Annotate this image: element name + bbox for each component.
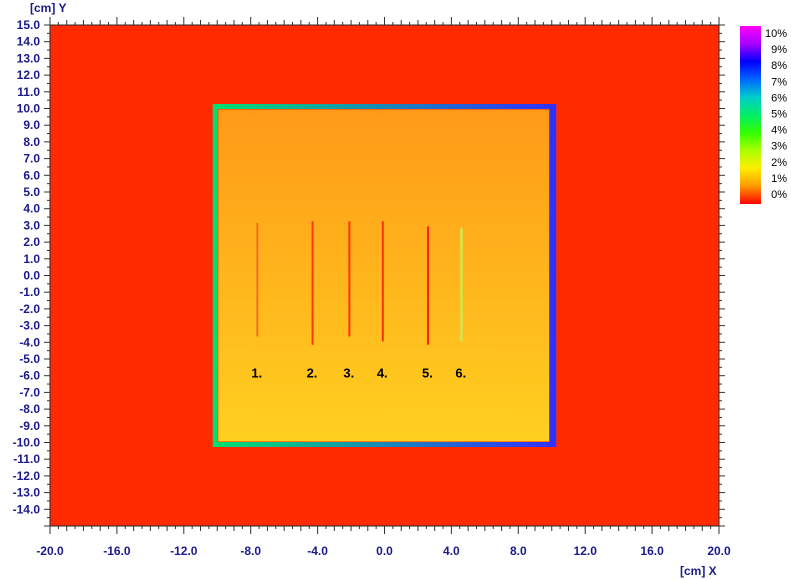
x-tick-label: -12.0 <box>170 544 198 558</box>
y-tick-label: 4.0 <box>23 202 40 216</box>
y-tick-label: -4.0 <box>19 335 40 349</box>
y-tick-label: -11.0 <box>13 452 40 466</box>
y-tick-label: -12.0 <box>13 469 41 483</box>
y-tick-label: 9.0 <box>23 118 40 132</box>
colorbar-label: 8% <box>771 60 787 72</box>
y-tick-label: -14.0 <box>13 502 41 516</box>
x-tick-label: -4.0 <box>307 544 328 558</box>
marker-label-2: 2. <box>307 365 318 380</box>
y-tick-label: -6.0 <box>19 369 40 383</box>
x-tick-label: 12.0 <box>574 544 598 558</box>
x-tick-label: 4.0 <box>443 544 460 558</box>
y-tick-label: 3.0 <box>23 218 40 232</box>
y-axis-label: [cm] Y <box>30 1 66 15</box>
y-tick-label: 2.0 <box>23 235 40 249</box>
colorbar-scale <box>740 26 761 204</box>
y-tick-label: 13.0 <box>17 51 41 65</box>
y-tick-label: -8.0 <box>19 402 40 416</box>
marker-label-5: 5. <box>422 365 433 380</box>
y-tick-label: -13.0 <box>13 486 41 500</box>
x-tick-label: -8.0 <box>240 544 261 558</box>
x-tick-label: 8.0 <box>510 544 527 558</box>
y-tick-label: -7.0 <box>19 385 40 399</box>
x-tick-label: 0.0 <box>376 544 393 558</box>
colorbar-label: 7% <box>771 76 787 88</box>
colorbar-label: 6% <box>771 92 787 104</box>
y-tick-label: 14.0 <box>17 35 41 49</box>
marker-label-4: 4. <box>377 365 388 380</box>
x-tick-label: 16.0 <box>640 544 664 558</box>
colorbar-label: 4% <box>771 125 787 137</box>
y-tick-label: -9.0 <box>19 419 40 433</box>
y-tick-label: -5.0 <box>19 352 40 366</box>
y-tick-label: 5.0 <box>23 185 40 199</box>
x-axis-label: [cm] X <box>680 564 717 578</box>
y-tick-label: 15.0 <box>17 18 41 32</box>
x-tick-label: -20.0 <box>36 544 64 558</box>
y-tick-label: 12.0 <box>17 68 41 82</box>
y-tick-label: 11.0 <box>17 85 40 99</box>
y-tick-label: -1.0 <box>19 285 40 299</box>
x-tick-label: -16.0 <box>103 544 131 558</box>
y-tick-label: -2.0 <box>19 302 40 316</box>
colorbar-label: 9% <box>771 44 787 56</box>
marker-label-3: 3. <box>343 365 354 380</box>
colorbar-label: 3% <box>771 141 787 153</box>
colorbar-label: 2% <box>771 157 787 169</box>
colorbar-label: 10% <box>765 28 787 40</box>
y-tick-label: 8.0 <box>23 135 40 149</box>
y-tick-label: 10.0 <box>17 102 41 116</box>
marker-label-1: 1. <box>251 365 262 380</box>
y-tick-label: 0.0 <box>23 269 40 283</box>
y-tick-label: 7.0 <box>23 152 40 166</box>
dose-map-chart: 1. 2. 3. 4. 5. 6. -20.0 -16.0 -12.0 -8.0 -4.0 0.0 4… <box>13 1 788 578</box>
radiation-field <box>218 109 551 442</box>
colorbar-label: 1% <box>771 173 787 185</box>
colorbar: 10% 9% 8% 7% 6% 5% 4% 3% 2% 1% 0% <box>740 26 787 204</box>
colorbar-label: 5% <box>771 109 787 121</box>
plot-area: 1. 2. 3. 4. 5. 6. <box>50 25 719 526</box>
x-tick-label: 20.0 <box>707 544 731 558</box>
y-tick-label: -3.0 <box>19 319 40 333</box>
colorbar-label: 0% <box>771 189 787 201</box>
y-tick-label: 6.0 <box>23 168 40 182</box>
y-tick-label: 1.0 <box>23 252 40 266</box>
y-tick-label: -10.0 <box>13 436 41 450</box>
marker-label-6: 6. <box>455 365 466 380</box>
